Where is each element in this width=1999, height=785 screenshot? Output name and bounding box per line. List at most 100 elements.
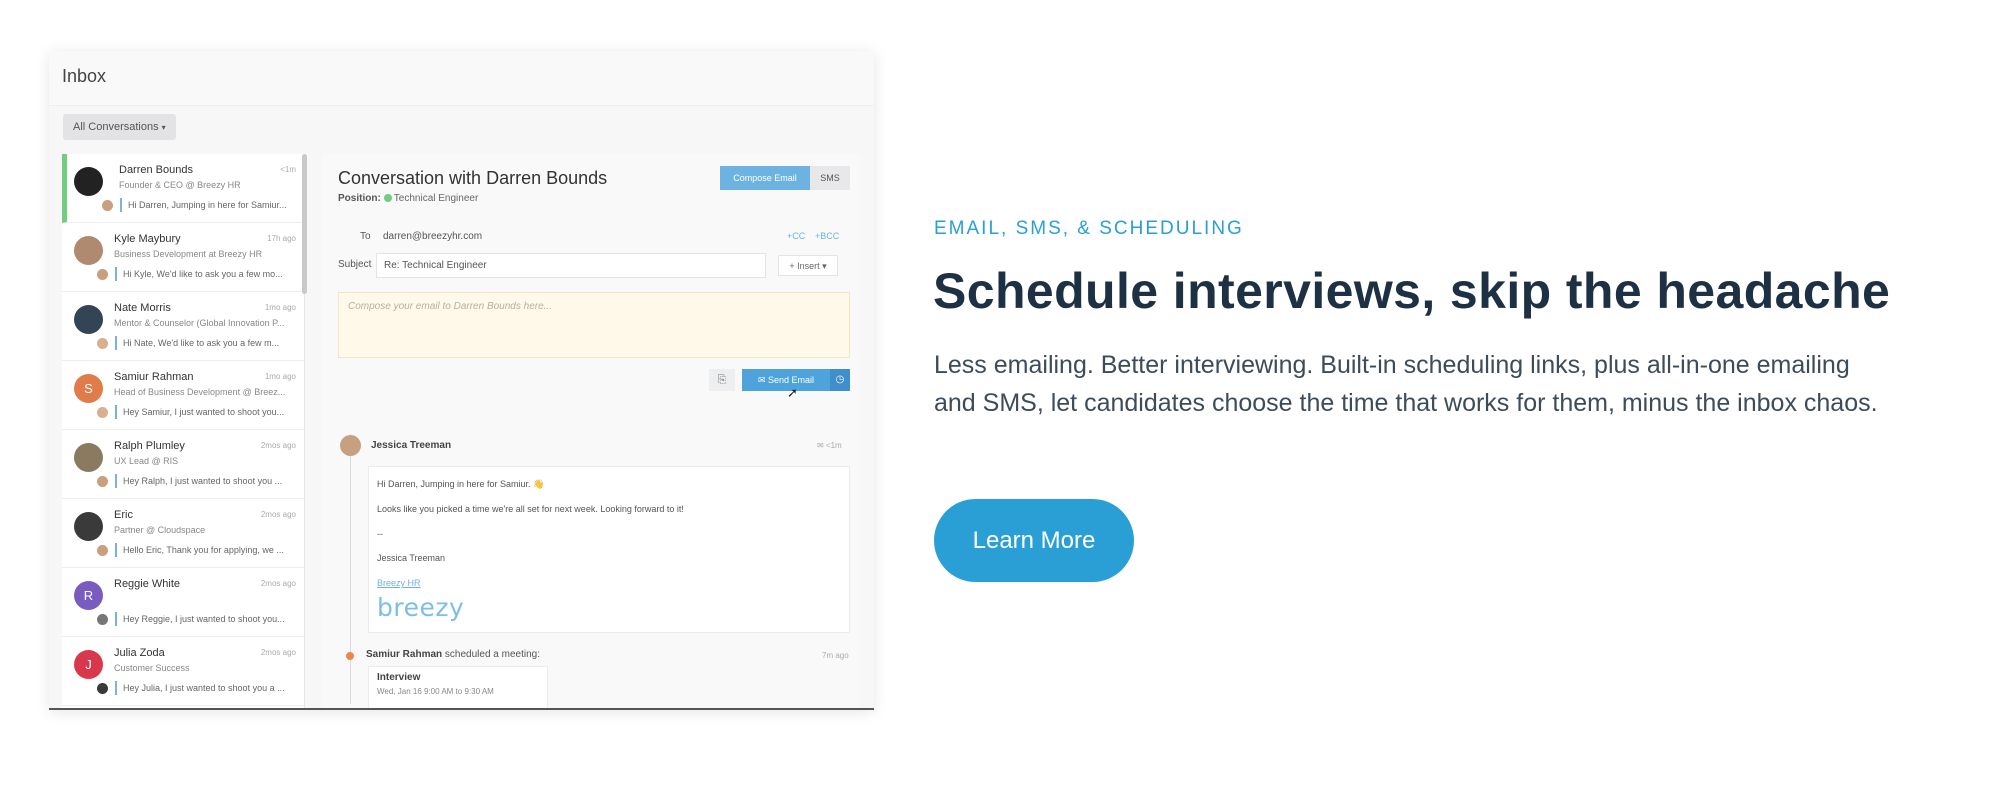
avatar: S [74,374,103,403]
event-action: scheduled a meeting: [444,649,540,660]
event-time: 7m ago [822,651,849,660]
conversation-item[interactable]: Ralph Plumley UX Lead @ RIS 2mos ago Hey Ra… [62,430,304,499]
add-cc-link[interactable]: +CC [787,231,805,241]
avatar [74,512,103,541]
message-snippet: Hey Reggie, I just wanted to shoot you..… [123,614,285,624]
event-card[interactable]: Interview Wed, Jan 16 9:00 AM to 9:30 AM [368,666,548,710]
conversation-item[interactable]: R Reggie White 2mos ago Hey Reggie, I just … [62,568,304,637]
compose-email-button[interactable]: Compose Email [720,166,810,190]
insert-dropdown[interactable]: + Insert ▾ [778,255,838,276]
position-label: Position: [338,193,381,204]
contact-name: Eric [114,509,133,521]
inbox-screenshot: Inbox All Conversations ▾ Darren Bounds Fo… [49,51,874,710]
conversation-time: 1mo ago [264,372,296,381]
message-meta: ✉ <1m [817,441,842,450]
avatar: R [74,581,103,610]
message-body: Looks like you picked a time we're all s… [377,503,684,514]
contact-name: Nate Morris [114,302,171,314]
message-indicator [115,612,117,626]
message-indicator [120,198,122,212]
add-bcc-link[interactable]: +BCC [815,231,839,241]
conversation-time: 2mos ago [260,510,296,519]
conversation-time: <1m [280,165,296,174]
message-snippet: Hey Julia, I just wanted to shoot you a … [123,683,285,693]
message-indicator [115,474,117,488]
contact-role: Business Development at Breezy HR [114,249,263,259]
sender-avatar-icon [97,338,108,349]
message-snippet: Hello Eric, Thank you for applying, we .… [123,545,284,555]
clock-icon: ◷ [835,374,845,385]
status-dot-icon [383,194,392,202]
learn-more-button[interactable]: Learn More [934,499,1134,582]
message-snippet: Hi Darren, Jumping in here for Samiur... [128,200,287,210]
signature-name: Jessica Treeman [377,553,446,564]
event-subtitle: Wed, Jan 16 9:00 AM to 9:30 AM [377,687,494,696]
conversation-time: 2mos ago [260,579,296,588]
sender-avatar-icon [97,269,108,280]
contact-role: Partner @ Cloudspace [114,525,206,535]
contact-role: Customer Success [114,663,190,673]
signature-link[interactable]: Breezy HR [377,578,841,589]
attachment-button[interactable]: ⎘ [709,369,735,391]
position-line: Position: Technical Engineer [338,193,478,204]
message-card: Hi Darren, Jumping in here for Samiur. 👋… [368,466,850,633]
message-author: Jessica Treeman [371,440,452,451]
contact-role: Mentor & Counselor (Global Innovation P.… [114,318,285,328]
sender-avatar-icon [97,683,108,694]
event-line: Samiur Rahman scheduled a meeting: [366,649,540,660]
conversation-time: 2mos ago [260,441,296,450]
message-dash: -- [377,528,383,539]
message-snippet: Hey Samiur, I just wanted to shoot you..… [123,407,285,417]
conversation-list-scrollbar[interactable] [302,154,307,294]
contact-role: UX Lead @ RIS [114,456,179,466]
message-indicator [115,336,117,350]
conversation-filter-dropdown[interactable]: All Conversations ▾ [63,114,176,140]
message-greeting: Hi Darren, Jumping in here for Samiur. 👋 [377,479,545,489]
inbox-title: Inbox [62,66,107,86]
avatar [74,443,103,472]
conversation-title: Conversation with Darren Bounds [338,168,608,188]
to-label: To [360,231,371,242]
message-indicator [115,543,117,557]
chevron-down-icon: ▾ [161,123,166,132]
contact-name: Julia Zoda [114,647,165,659]
position-value: Technical Engineer [393,193,479,204]
inbox-header [49,51,874,106]
paperclip-icon: ⎘ [717,374,727,386]
subject-field[interactable]: Re: Technical Engineer [376,253,766,278]
message-snippet: Hi Nate, We'd like to ask you a few m... [123,338,280,348]
avatar: J [74,650,103,679]
contact-role: Head of Business Development @ Breez... [114,387,286,397]
conversation-item[interactable]: J Julia Zoda Customer Success 2mos ago Hey J… [62,637,304,706]
sms-button[interactable]: SMS [810,166,850,190]
avatar [74,305,103,334]
send-email-button[interactable]: ✉ Send Email [742,369,830,391]
section-headline: Schedule interviews, skip the headache [933,263,1891,319]
contact-role: Founder & CEO @ Breezy HR [119,180,241,190]
event-actor: Samiur Rahman [366,649,443,660]
contact-name: Reggie White [114,578,181,590]
contact-name: Darren Bounds [119,164,193,176]
email-body-input[interactable]: Compose your email to Darren Bounds here… [338,292,850,358]
to-field[interactable]: darren@breezyhr.com [383,231,482,242]
conversation-time: 2mos ago [260,648,296,657]
sender-avatar-icon [97,545,108,556]
conversation-item[interactable]: Darren Bounds Founder & CEO @ Breezy HR <1… [62,154,304,223]
conversation-item[interactable]: Kyle Maybury Business Development at Bree… [62,223,304,292]
conversation-item[interactable]: Eric Partner @ Cloudspace 2mos ago Hello Er… [62,499,304,568]
avatar [74,167,103,196]
conversation-time: 17h ago [267,234,296,243]
conversation-item[interactable]: S Samiur Rahman Head of Business Developme… [62,361,304,430]
conversation-detail: Conversation with Darren Bounds Position… [322,154,860,710]
contact-name: Ralph Plumley [114,440,185,452]
section-body: Less emailing. Better interviewing. Buil… [934,351,1878,417]
mouse-pointer-icon: ➚ [787,385,798,400]
subject-label: Subject [338,259,372,270]
section-eyebrow: EMAIL, SMS, & SCHEDULING [934,218,1244,239]
message-indicator [115,405,117,419]
schedule-send-button[interactable]: ◷ [830,369,850,391]
event-title: Interview [377,672,421,683]
sender-avatar-icon [97,476,108,487]
conversation-item[interactable]: Nate Morris Mentor & Counselor (Global In… [62,292,304,361]
divider [49,708,874,710]
